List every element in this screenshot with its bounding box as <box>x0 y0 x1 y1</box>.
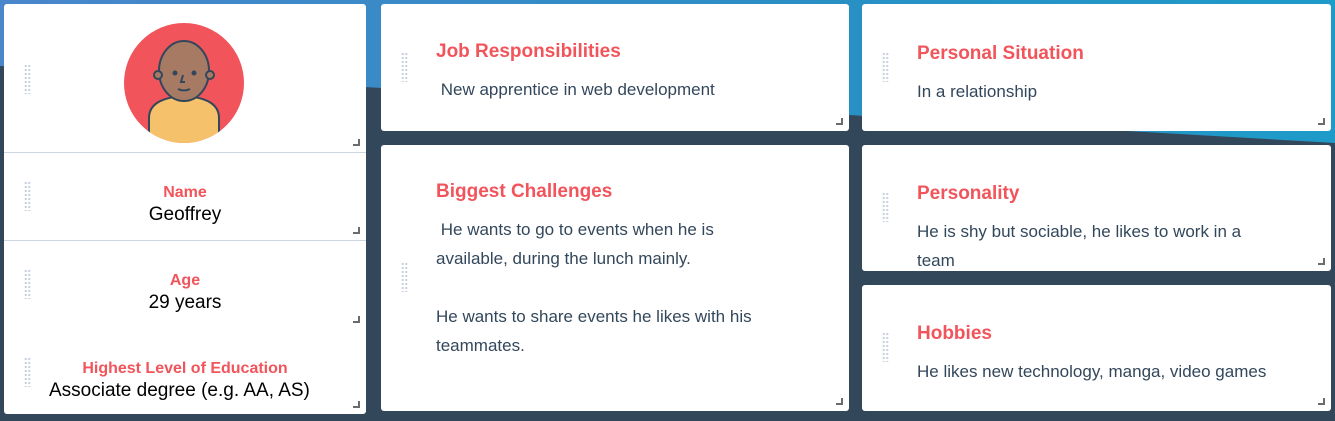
resize-handle-icon[interactable] <box>353 227 360 234</box>
name-label: Name <box>163 184 207 201</box>
resize-handle-icon[interactable] <box>1318 398 1325 405</box>
resize-handle-icon[interactable] <box>836 118 843 125</box>
age-value: 29 years <box>148 292 222 313</box>
drag-handle-icon[interactable] <box>24 64 31 94</box>
education-section: Highest Level of Education Associate deg… <box>4 329 366 414</box>
hobbies-card: Hobbies He likes new technology, manga, … <box>862 285 1331 411</box>
resize-handle-icon[interactable] <box>353 401 360 408</box>
card-title: Biggest Challenges <box>436 181 613 202</box>
drag-handle-icon[interactable] <box>401 52 408 82</box>
card-title: Personal Situation <box>917 43 1084 64</box>
drag-handle-icon[interactable] <box>401 262 408 292</box>
personal-situation-card: Personal Situation In a relationship <box>862 4 1331 131</box>
avatar-icon <box>124 23 244 143</box>
card-body: He likes new technology, manga, video ga… <box>917 362 1267 381</box>
card-title: Personality <box>917 183 1020 204</box>
profile-card: Name Geoffrey Age 29 years Highest Level… <box>4 4 366 414</box>
resize-handle-icon[interactable] <box>836 398 843 405</box>
education-label: Highest Level of Education <box>82 360 288 377</box>
resize-handle-icon[interactable] <box>353 316 360 323</box>
education-value: Associate degree (e.g. AA, AS) <box>49 380 310 401</box>
card-body: New apprentice in web development <box>436 80 715 99</box>
resize-handle-icon[interactable] <box>1318 258 1325 265</box>
drag-handle-icon[interactable] <box>882 52 889 82</box>
drag-handle-icon[interactable] <box>882 332 889 362</box>
drag-handle-icon[interactable] <box>882 192 889 222</box>
resize-handle-icon[interactable] <box>353 139 360 146</box>
age-section: Age 29 years <box>4 241 366 329</box>
card-body: In a relationship <box>917 82 1038 101</box>
avatar-section <box>4 4 366 152</box>
card-title: Job Responsibilities <box>436 41 621 62</box>
name-value: Geoffrey <box>148 204 222 225</box>
card-body: He is shy but sociable, he likes to work… <box>917 222 1246 270</box>
card-title: Hobbies <box>917 323 992 344</box>
job-responsibilities-card: Job Responsibilities New apprentice in w… <box>381 4 849 131</box>
name-section: Name Geoffrey <box>4 153 366 240</box>
card-body: He wants to go to events when he is avai… <box>436 220 752 355</box>
personality-card: Personality He is shy but sociable, he l… <box>862 145 1331 271</box>
age-label: Age <box>169 272 201 289</box>
resize-handle-icon[interactable] <box>1318 118 1325 125</box>
biggest-challenges-card: Biggest Challenges He wants to go to eve… <box>381 145 849 411</box>
